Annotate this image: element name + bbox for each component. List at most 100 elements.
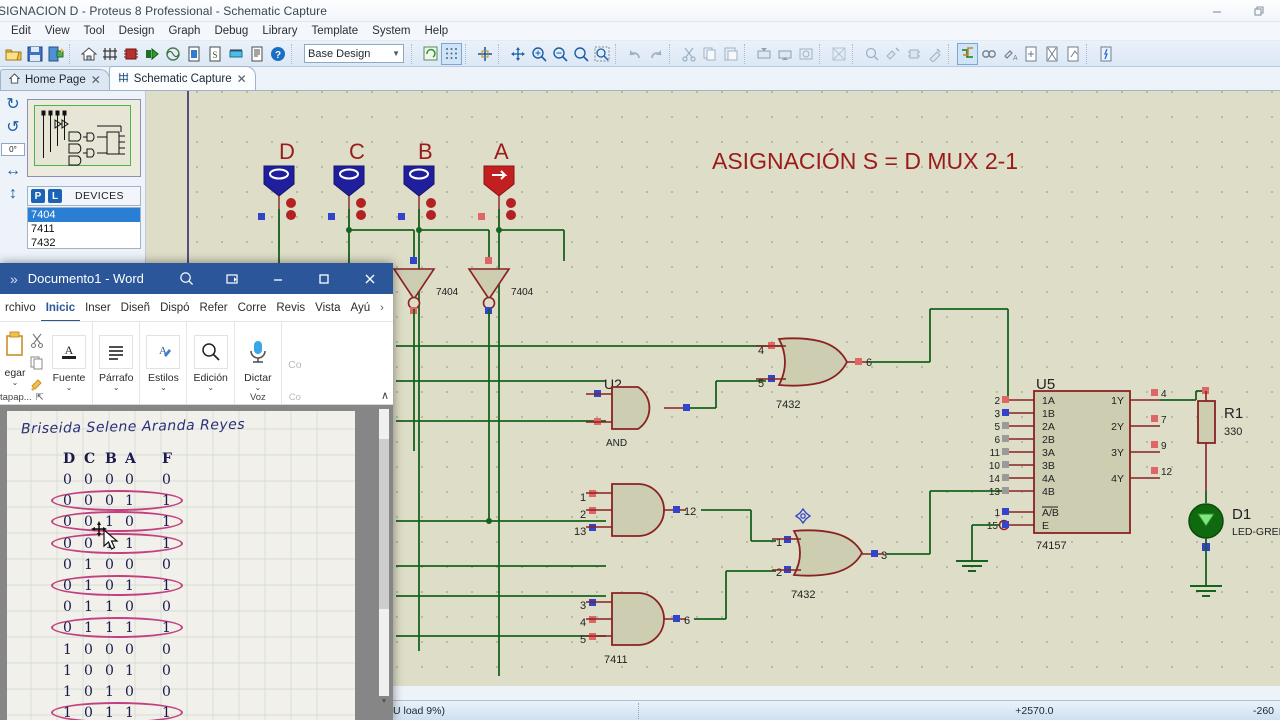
restore-down-icon[interactable] [209, 263, 255, 294]
paste-icon[interactable] [2, 331, 28, 364]
block-copy-icon[interactable] [753, 43, 774, 65]
bill-of-materials-icon[interactable] [183, 43, 204, 65]
copy-icon[interactable] [699, 43, 720, 65]
bill-materials-icon[interactable] [1095, 43, 1116, 65]
paragraph-icon[interactable] [99, 335, 134, 369]
tab-correspondencia[interactable]: Corre [233, 294, 272, 321]
editing-search-icon[interactable] [193, 335, 228, 369]
sheet-preview[interactable] [27, 99, 141, 177]
source-code-icon[interactable]: S [204, 43, 225, 65]
restore-button[interactable] [1238, 0, 1280, 22]
ribbon-group-voz[interactable]: Dictar ⌄ Voz [235, 322, 282, 404]
rotate-ccw-icon[interactable]: ↺ [6, 120, 19, 136]
tab-ayuda[interactable]: Ayú [346, 294, 376, 321]
packaging-tool-icon[interactable] [903, 43, 924, 65]
menu-item-view[interactable]: View [38, 25, 77, 37]
tab-schematic-capture[interactable]: Schematic Capture ✕ [108, 66, 256, 90]
cut-icon[interactable] [678, 43, 699, 65]
mirror-horizontal-icon[interactable]: ↔ [5, 163, 21, 179]
device-item-7411[interactable]: 7411 [28, 222, 140, 236]
scroll-down-icon[interactable]: ▼ [379, 698, 389, 710]
paste-icon[interactable] [720, 43, 741, 65]
redo-icon[interactable] [645, 43, 666, 65]
device-item-7432[interactable]: 7432 [28, 236, 140, 248]
tab-home-page[interactable]: Home Page ✕ [0, 69, 110, 90]
minimize-button[interactable] [1196, 0, 1238, 22]
tab-archivo[interactable]: rchivo [0, 294, 41, 321]
microphone-icon[interactable] [241, 335, 275, 369]
zoom-out-icon[interactable] [549, 43, 570, 65]
menu-item-debug[interactable]: Debug [207, 25, 255, 37]
chevron-down-icon[interactable]: ⌄ [255, 384, 262, 392]
wire-autorouter-icon[interactable] [957, 42, 978, 65]
decompose-icon[interactable] [924, 43, 945, 65]
chevron-down-icon[interactable]: ⌄ [66, 384, 73, 392]
simulation-icon[interactable] [162, 43, 183, 65]
open-folder-icon[interactable] [3, 43, 24, 65]
tab-referencias[interactable]: Refer [194, 294, 232, 321]
close-icon[interactable]: ✕ [237, 72, 247, 86]
copy-icon[interactable] [30, 356, 44, 375]
property-assignment-icon[interactable]: A [999, 43, 1020, 65]
search-icon[interactable] [163, 263, 209, 294]
block-rotate-icon[interactable] [828, 43, 849, 65]
undo-icon[interactable] [624, 43, 645, 65]
mirror-vertical-icon[interactable]: ↕ [9, 186, 17, 202]
ribbon-group-portapapeles[interactable]: egar ⌄ tapap... ⇱ [0, 322, 46, 404]
pick-device-icon[interactable] [861, 43, 882, 65]
tab-insertar[interactable]: Inser [80, 294, 116, 321]
chevron-down-icon[interactable]: ⌄ [160, 384, 167, 392]
pick-device-badge[interactable]: P [31, 189, 45, 203]
menu-item-edit[interactable]: Edit [4, 25, 38, 37]
word-window[interactable]: » Documento1 - Word rchivo Inicic Inser … [0, 263, 393, 720]
styles-icon[interactable]: A [146, 335, 181, 369]
quick-access-chevron-icon[interactable]: » [0, 271, 28, 287]
pcb-layout-icon[interactable] [120, 43, 141, 65]
document-page[interactable]: Briseida Selene Aranda Reyes D C B A F 0… [7, 411, 355, 720]
tab-overflow-chevron[interactable]: › [375, 294, 389, 321]
rotation-value[interactable]: 0° [1, 143, 25, 156]
ribbon-group-parrafo[interactable]: Párrafo ⌄ [93, 322, 141, 404]
maximize-icon[interactable] [301, 263, 347, 294]
chevron-down-icon[interactable]: ⌄ [12, 378, 19, 386]
collapse-ribbon-button[interactable]: ∧ [381, 389, 389, 402]
zoom-all-icon[interactable] [570, 43, 591, 65]
scroll-up-icon[interactable]: ▲ [379, 405, 389, 407]
scrollbar-thumb[interactable] [379, 439, 389, 609]
ribbon-group-estilos[interactable]: A Estilos ⌄ [140, 322, 188, 404]
exit-sheet-icon[interactable] [1062, 43, 1083, 65]
menu-item-template[interactable]: Template [304, 25, 365, 37]
schematic-capture-icon[interactable] [99, 43, 120, 65]
zoom-area-icon[interactable] [591, 43, 612, 65]
document-scrollbar[interactable]: ▲ ▼ [379, 409, 389, 705]
pan-icon[interactable] [507, 43, 528, 65]
devices-list[interactable]: 7404 7411 7432 [27, 207, 141, 249]
tab-disposicion[interactable]: Dispó [155, 294, 194, 321]
font-icon[interactable]: A [52, 335, 86, 369]
cut-icon[interactable] [30, 333, 44, 354]
refresh-icon[interactable] [420, 43, 441, 65]
word-document-area[interactable]: Briseida Selene Aranda Reyes D C B A F 0… [0, 405, 393, 720]
menu-item-graph[interactable]: Graph [161, 25, 207, 37]
report-icon[interactable] [246, 43, 267, 65]
menu-item-help[interactable]: Help [418, 25, 456, 37]
menu-item-library[interactable]: Library [255, 25, 304, 37]
chevron-down-icon[interactable]: ⌄ [207, 384, 214, 392]
design-selector[interactable]: Base Design ▼ [304, 44, 404, 63]
help-icon[interactable]: ? [267, 43, 288, 65]
zoom-in-icon[interactable] [528, 43, 549, 65]
menu-item-system[interactable]: System [365, 25, 417, 37]
tab-diseno[interactable]: Diseñ [116, 294, 155, 321]
menu-item-design[interactable]: Design [112, 25, 162, 37]
rotate-cw-icon[interactable]: ↻ [6, 97, 19, 113]
make-device-icon[interactable] [882, 43, 903, 65]
block-delete-icon[interactable] [795, 43, 816, 65]
grid-icon[interactable] [441, 42, 462, 65]
minimize-icon[interactable] [255, 263, 301, 294]
device-item-7404[interactable]: 7404 [28, 208, 140, 222]
home-icon[interactable] [78, 43, 99, 65]
tab-inicio[interactable]: Inicic [40, 294, 81, 321]
import-export-icon[interactable] [45, 43, 66, 65]
block-move-icon[interactable] [774, 43, 795, 65]
search-tag-icon[interactable] [978, 43, 999, 65]
